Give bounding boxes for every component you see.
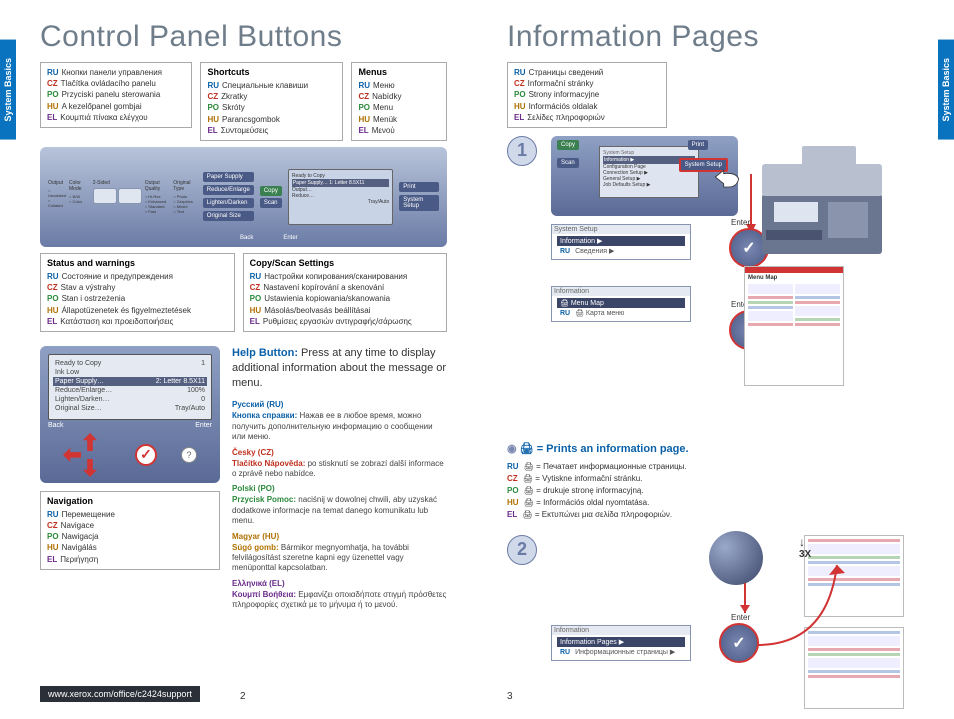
nav-control-mock: Ready to Copy1 Ink Low Paper Supply…2: L… (40, 346, 220, 483)
copyscan-block: Copy/Scan Settings RUНастройки копирован… (243, 253, 447, 332)
flow-system-setup: System Setup Information ▶ RU Сведения ▶ (551, 224, 691, 260)
nav-lcd: Ready to Copy1 Ink Low Paper Supply…2: L… (48, 354, 212, 420)
flow-info-pages: Information Information Pages ▶ RU Инфор… (551, 625, 691, 661)
nav-arrows-icon (63, 435, 117, 475)
control-panel-illustration: Output ○ Uncolated○ Collated Color Mode … (40, 147, 447, 247)
status-warnings-block: Status and warnings RUСостояние и предуп… (40, 253, 235, 332)
support-url: www.xerox.com/office/c2424support (40, 686, 200, 702)
page-title-left: Control Panel Buttons (40, 20, 447, 54)
page-number-right: 3 (507, 691, 513, 702)
page-title-right: Information Pages (507, 20, 914, 54)
step-1-badge: 1 (507, 136, 537, 166)
side-tab-right: System Basics (938, 40, 954, 140)
enter-button-3: ✓ (719, 623, 759, 663)
info-pages-translations: RUСтраницы сведений CZInformační stránky… (507, 62, 667, 128)
help-icon: ? (181, 447, 197, 463)
nav-sphere-icon (709, 531, 763, 585)
right-page: System Basics Information Pages RUСтрани… (477, 0, 954, 716)
menu-map-doc-icon: Menu Map (744, 266, 844, 386)
flow-information: Information 🖨 Menu Map RU 🖨 Карта меню (551, 286, 691, 322)
step-2-badge: 2 (507, 535, 537, 565)
sample-doc-2-icon (804, 627, 904, 709)
copier-device-icon (744, 136, 904, 266)
panel-lcd: Ready to Copy Paper Supply… 1: Letter 8.… (288, 169, 393, 225)
left-page: System Basics Control Panel Buttons RUКн… (0, 0, 477, 716)
sample-doc-1-icon (804, 535, 904, 617)
navigation-block: Navigation RUПеремещение CZNavigace PONa… (40, 491, 220, 570)
menu-panel-illustration: Copy Scan System Setup Information ▶ Con… (551, 136, 738, 216)
help-button-section: Help Button: Press at any time to displa… (232, 346, 447, 611)
page-number-left: 2 (240, 691, 246, 702)
prints-info-line: ◉ 🖨 = Prints an information page. (507, 442, 914, 455)
prints-translations: RU 🖨 = Печатает информационные страницы.… (507, 461, 914, 521)
side-tab-left: System Basics (0, 40, 16, 140)
pointing-hand-icon (710, 162, 744, 192)
shortcuts-block: Shortcuts RUСпециальные клавиши CZZkratk… (200, 62, 343, 141)
menus-block: Menus RUМеню CZNabídky POMenu HUMenük EL… (351, 62, 447, 141)
three-x-label: ↓ 3X (799, 535, 811, 560)
buttons-translations: RUКнопки панели управления CZTlačítka ov… (40, 62, 192, 128)
enter-check-icon: ✓ (135, 444, 157, 466)
